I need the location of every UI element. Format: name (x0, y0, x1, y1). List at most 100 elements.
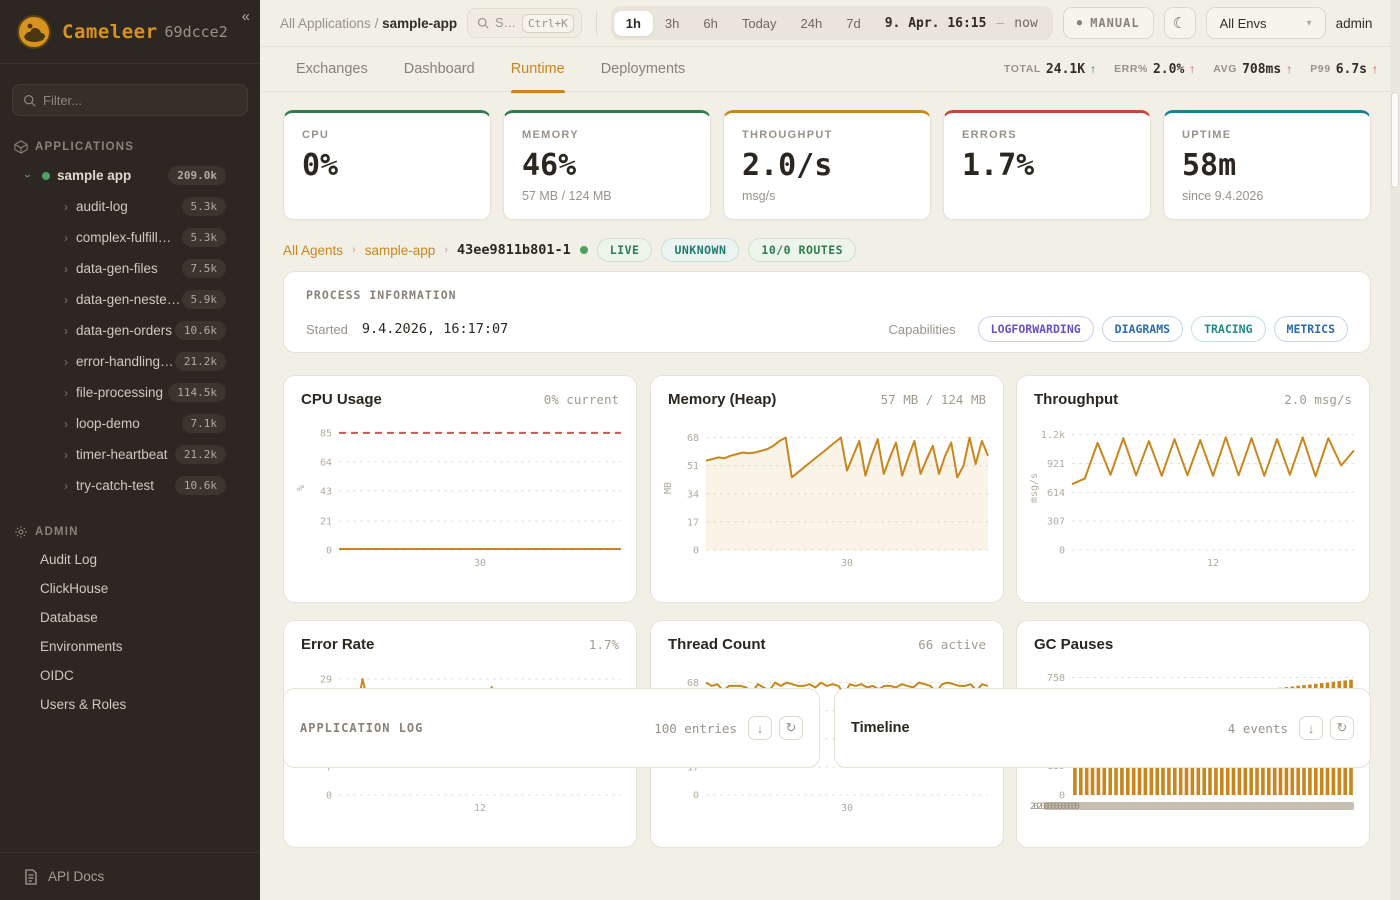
agents-root-link[interactable]: All Agents (283, 243, 343, 258)
tab-dashboard[interactable]: Dashboard (404, 47, 475, 92)
refresh-button[interactable]: ↻ (1330, 716, 1354, 740)
capability-badge-logforwarding: LOGFORWARDING (978, 316, 1094, 342)
date-range-display[interactable]: 9. Apr. 16:15 – now (873, 16, 1050, 31)
agent-app-link[interactable]: sample-app (365, 243, 436, 258)
chart-current-value: 66 active (918, 637, 986, 652)
sidebar-item-api-docs[interactable]: API Docs (0, 852, 260, 900)
admin-item-oidc[interactable]: OIDC (0, 661, 260, 690)
chart-current-value: 2.0 msg/s (1284, 392, 1352, 407)
tab-deployments[interactable]: Deployments (601, 47, 686, 92)
sidebar-item-audit-log[interactable]: ›audit-log5.3k (0, 191, 260, 222)
svg-text:921: 921 (1047, 459, 1065, 470)
sidebar-item-timer-heartbeat[interactable]: ›timer-heartbeat21.2k (0, 439, 260, 470)
metric-label: CPU (302, 129, 472, 141)
chevron-right-icon: › (60, 262, 72, 276)
svg-text:30: 30 (841, 558, 853, 569)
scrollbar-track[interactable] (1390, 0, 1400, 900)
metric-card-memory: MEMORY46%57 MB / 124 MB (503, 110, 711, 220)
search-placeholder: S… (495, 16, 516, 30)
svg-text:20200000000000: 20200000000000 (1030, 802, 1079, 812)
sidebar-item-complex-fulfillm[interactable]: ›complex-fulfillm…5.3k (0, 222, 260, 253)
svg-text:1.2k: 1.2k (1041, 430, 1065, 441)
chart-header: GC Pauses (1017, 621, 1369, 655)
moon-icon: ☾ (1173, 14, 1186, 32)
sidebar-item-data-gen-orders[interactable]: ›data-gen-orders10.6k (0, 315, 260, 346)
chevron-right-icon: › (60, 324, 72, 338)
svg-text:30: 30 (474, 558, 486, 569)
svg-text:758: 758 (1047, 673, 1065, 684)
manual-refresh-button[interactable]: ● MANUAL (1063, 7, 1154, 39)
sidebar-item-sample-app[interactable]: › sample app 209.0k (0, 160, 260, 191)
sidebar-item-file-processing[interactable]: ›file-processing114.5k (0, 377, 260, 408)
svg-text:0: 0 (693, 791, 699, 802)
sidebar-item-error-handling-[interactable]: ›error-handling-…21.2k (0, 346, 260, 377)
time-range-3h[interactable]: 3h (653, 11, 691, 36)
agent-id: 43ee9811b801-1 (457, 242, 571, 258)
chart-header: Memory (Heap)57 MB / 124 MB (651, 376, 1003, 410)
count-badge: 7.1k (182, 414, 227, 433)
application-log-title: APPLICATION LOG (300, 721, 423, 735)
admin-item-audit-log[interactable]: Audit Log (0, 545, 260, 574)
svg-text:%: % (296, 485, 307, 491)
breadcrumb-current: sample-app (382, 16, 457, 31)
chevron-right-icon: › (60, 479, 72, 493)
sidebar-filter-input[interactable]: Filter... (12, 84, 248, 116)
chart-title: Error Rate (301, 636, 374, 653)
metric-label: MEMORY (522, 129, 692, 141)
sidebar-item-try-catch-test[interactable]: ›try-catch-test10.6k (0, 470, 260, 501)
metric-card-uptime: UPTIME58msince 9.4.2026 (1163, 110, 1371, 220)
admin-item-environments[interactable]: Environments (0, 632, 260, 661)
time-range-7d[interactable]: 7d (834, 11, 872, 36)
sidebar-item-data-gen-files[interactable]: ›data-gen-files7.5k (0, 253, 260, 284)
sidebar-collapse-icon[interactable]: « (242, 8, 250, 25)
sidebar-item-loop-demo[interactable]: ›loop-demo7.1k (0, 408, 260, 439)
sidebar-item-data-gen-neste[interactable]: ›data-gen-neste…5.9k (0, 284, 260, 315)
time-range-1h[interactable]: 1h (614, 11, 653, 36)
content-area: CPU0%MEMORY46%57 MB / 124 MBTHROUGHPUT2.… (260, 93, 1400, 900)
metric-subtext: since 9.4.2026 (1182, 189, 1352, 203)
search-icon (477, 17, 489, 29)
svg-text:0: 0 (1059, 791, 1065, 802)
chart-current-value: 1.7% (589, 637, 619, 652)
admin-item-database[interactable]: Database (0, 603, 260, 632)
search-input[interactable]: S… Ctrl+K (467, 8, 582, 38)
admin-item-clickhouse[interactable]: ClickHouse (0, 574, 260, 603)
svg-text:34: 34 (687, 489, 699, 500)
count-badge: 21.2k (175, 352, 226, 371)
svg-text:43: 43 (320, 486, 332, 497)
route-label: data-gen-neste… (76, 292, 182, 307)
metric-value: 0% (302, 148, 472, 183)
route-label: audit-log (76, 199, 182, 214)
document-icon (24, 869, 38, 885)
download-button[interactable]: ↓ (1299, 716, 1323, 740)
route-label: file-processing (76, 385, 168, 400)
trend-up-icon: ↑ (1189, 62, 1195, 76)
breadcrumb-root[interactable]: All Applications (280, 16, 371, 31)
user-menu[interactable]: admin (1336, 16, 1373, 31)
stat-label: AVG (1213, 63, 1237, 75)
stat-label: P99 (1310, 63, 1330, 75)
admin-item-users-roles[interactable]: Users & Roles (0, 690, 260, 719)
environment-select[interactable]: All Envs ▾ (1206, 7, 1326, 39)
count-badge: 10.6k (175, 321, 226, 340)
sidebar: Cameleer 69dcce2 « Filter... APPLICATION… (0, 0, 260, 900)
download-button[interactable]: ↓ (748, 716, 772, 740)
metric-card-cpu: CPU 0% (283, 110, 491, 220)
search-shortcut-kbd: Ctrl+K (522, 14, 574, 33)
dark-mode-toggle[interactable]: ☾ (1164, 7, 1196, 39)
main-area: All Applications / sample-app S… Ctrl+K … (260, 0, 1400, 900)
chevron-right-icon: › (60, 293, 72, 307)
svg-text:0: 0 (326, 791, 332, 802)
scrollbar-thumb[interactable] (1391, 92, 1399, 188)
tab-exchanges[interactable]: Exchanges (296, 47, 368, 92)
chart-title: CPU Usage (301, 391, 382, 408)
refresh-button[interactable]: ↻ (779, 716, 803, 740)
svg-text:0: 0 (1059, 546, 1065, 557)
time-range-today[interactable]: Today (730, 11, 789, 36)
time-range-6h[interactable]: 6h (691, 11, 729, 36)
capability-badge-diagrams: DIAGRAMS (1102, 316, 1183, 342)
tab-runtime[interactable]: Runtime (511, 47, 565, 92)
summary-stats: TOTAL24.1K↑ERR%2.0%↑AVG708ms↑P996.7s↑ (1004, 62, 1378, 77)
timeline-panel: Timeline 4 events ↓ ↻ (834, 688, 1371, 768)
time-range-24h[interactable]: 24h (789, 11, 835, 36)
